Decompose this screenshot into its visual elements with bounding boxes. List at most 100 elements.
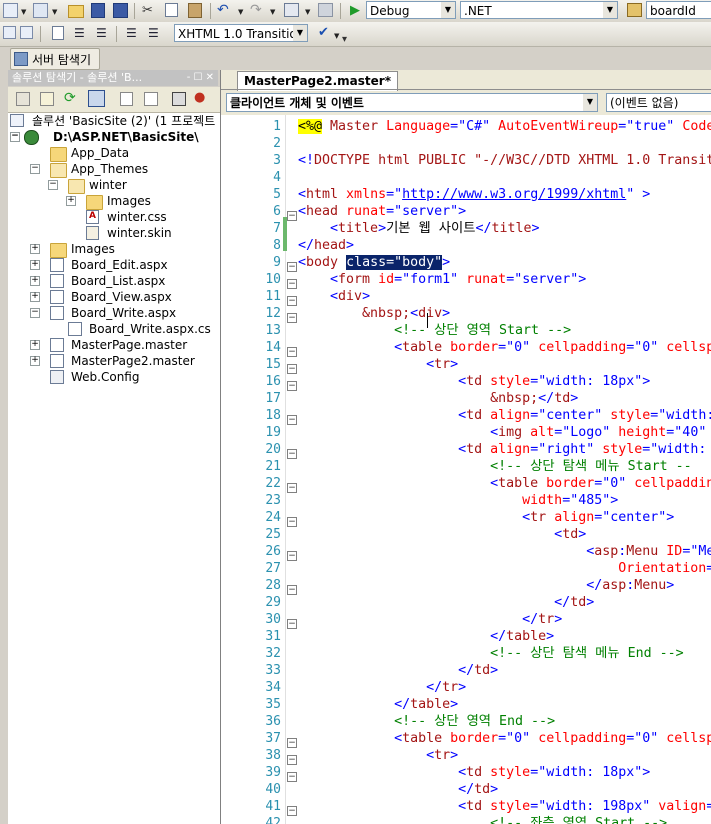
line-number: 31 [265,629,281,644]
validate-icon[interactable]: ✔ [318,26,334,42]
collapse-toggle[interactable]: − [287,806,297,816]
uncomment-icon[interactable]: ☰ [148,26,164,42]
view-designer-icon[interactable] [144,92,158,106]
code-line: </table> [298,697,459,712]
navigate-forward-icon[interactable] [318,3,333,17]
code-editor[interactable]: 1 2 3 4 5 6 7 8 9 10 11 12 13 14 15 16 17 18 19 20 21 22 23 24 2… [221,115,711,824]
format-document-icon[interactable] [52,26,64,40]
collapse-toggle[interactable]: − [287,483,297,493]
collapse-toggle[interactable]: − [287,772,297,782]
target-schema-dropdown[interactable]: XHTML 1.0 Transitio ▼ [174,24,308,42]
expand-toggle[interactable]: + [30,356,40,366]
line-number: 19 [265,425,281,440]
expand-toggle[interactable]: + [30,244,40,254]
collapse-toggle[interactable]: − [48,180,58,190]
indent-icon[interactable] [20,26,33,39]
selected-text[interactable]: class="body" [346,255,443,270]
solution-platform-dropdown[interactable]: .NET ▼ [460,1,618,19]
chevron-down-icon[interactable]: ▼ [293,25,307,41]
solution-configuration-dropdown[interactable]: Debug ▼ [366,1,456,19]
show-all-files-icon[interactable] [40,92,54,106]
pane-window-controls[interactable]: - ☐ ✕ [187,70,214,86]
line-number: 26 [265,544,281,559]
solution-icon [10,114,24,127]
tab-order-icon[interactable] [3,26,16,39]
chevron-down-icon[interactable]: ▼ [21,8,26,16]
collapse-toggle[interactable]: − [287,296,297,306]
chevron-down-icon[interactable]: ▼ [270,8,275,16]
view-code-icon[interactable] [120,92,133,106]
chevron-down-icon[interactable]: ▼ [334,32,339,40]
collapse-toggle[interactable]: − [287,313,297,323]
collapse-toggle[interactable]: − [287,364,297,374]
copy-website-icon[interactable] [172,92,186,106]
line-number: 5 [273,187,281,202]
copy-icon[interactable] [165,3,178,17]
events-dropdown[interactable]: (이벤트 없음) [606,93,711,112]
add-item-icon[interactable] [33,3,48,18]
expand-toggle[interactable]: + [30,276,40,286]
line-number: 34 [265,680,281,695]
code-line: <title>기본 웹 사이트</title> [298,221,540,236]
tab-masterpage2[interactable]: MasterPage2.master* [237,71,398,91]
toolbar-overflow-icon[interactable]: ▾ [342,34,347,45]
start-debugging-icon[interactable]: ▶ [350,3,366,19]
collapse-toggle[interactable]: − [287,381,297,391]
collapse-toggle[interactable]: − [30,308,40,318]
collapse-toggle[interactable]: − [287,585,297,595]
solution-configuration-value: Debug [370,4,410,18]
collapse-toggle[interactable]: − [30,164,40,174]
collapse-toggle[interactable]: − [287,449,297,459]
code-line: </tr> [298,680,467,695]
solution-explorer-title-bar[interactable]: 솔루션 탐색기 - 솔루션 'B... - ☐ ✕ [8,70,218,86]
folder-icon [50,147,67,162]
expand-toggle[interactable]: + [30,340,40,350]
collapse-toggle[interactable]: − [287,755,297,765]
expand-toggle[interactable]: + [30,260,40,270]
code-line: <table border="0" cellpadding="0" cellsp [298,340,711,355]
collapse-toggle[interactable]: − [287,211,297,221]
expand-toggle[interactable]: + [66,196,76,206]
server-explorer-tab[interactable]: 서버 탐색기 [10,48,100,70]
expand-toggle[interactable]: + [30,292,40,302]
collapse-toggle[interactable]: − [287,262,297,272]
solution-tree: 솔루션 'BasicSite (2)' (1 프로젝트 − D:\ASP.NET… [8,113,220,824]
paste-icon[interactable] [188,3,202,18]
aspx-file-icon [50,274,64,288]
line-number: 2 [273,136,281,151]
line-number: 39 [265,765,281,780]
collapse-toggle[interactable]: − [287,347,297,357]
chevron-down-icon[interactable]: ▼ [583,94,597,111]
decrease-indent-icon[interactable]: ☰ [74,26,90,42]
collapse-toggle[interactable]: − [287,551,297,561]
open-folder-icon[interactable] [68,5,84,18]
refresh-icon[interactable]: ⟳ [64,91,80,107]
increase-indent-icon[interactable]: ☰ [96,26,112,42]
nest-related-files-icon[interactable] [88,90,105,107]
chevron-down-icon[interactable]: ▼ [52,8,57,16]
new-project-icon[interactable] [3,3,18,18]
chevron-down-icon[interactable]: ▼ [238,8,243,16]
collapse-toggle[interactable]: − [287,517,297,527]
code-line: <!-- 상단 영역 End --> [298,714,556,729]
collapse-toggle[interactable]: − [287,619,297,629]
chevron-down-icon[interactable]: ▼ [305,8,310,16]
find-in-files-icon[interactable] [627,3,642,17]
collapse-toggle[interactable]: − [10,132,20,142]
asp-config-icon[interactable]: ● [194,91,210,107]
chevron-down-icon[interactable]: ▼ [441,2,455,18]
collapse-toggle[interactable]: − [287,279,297,289]
undo-icon[interactable]: ↶ [217,2,233,18]
navigate-backward-icon[interactable] [284,3,299,17]
comment-icon[interactable]: ☰ [126,26,142,42]
properties-icon[interactable] [16,92,30,106]
collapse-toggle[interactable]: − [287,415,297,425]
chevron-down-icon[interactable]: ▼ [603,2,617,18]
client-objects-dropdown[interactable]: 클라이언트 개체 및 이벤트 ▼ [226,93,598,112]
save-all-icon[interactable] [113,3,128,18]
redo-icon[interactable]: ↷ [250,2,266,18]
cut-icon[interactable]: ✂ [142,3,158,19]
save-icon[interactable] [91,3,105,18]
collapse-toggle[interactable]: − [287,738,297,748]
find-box[interactable]: boardId [646,1,711,19]
